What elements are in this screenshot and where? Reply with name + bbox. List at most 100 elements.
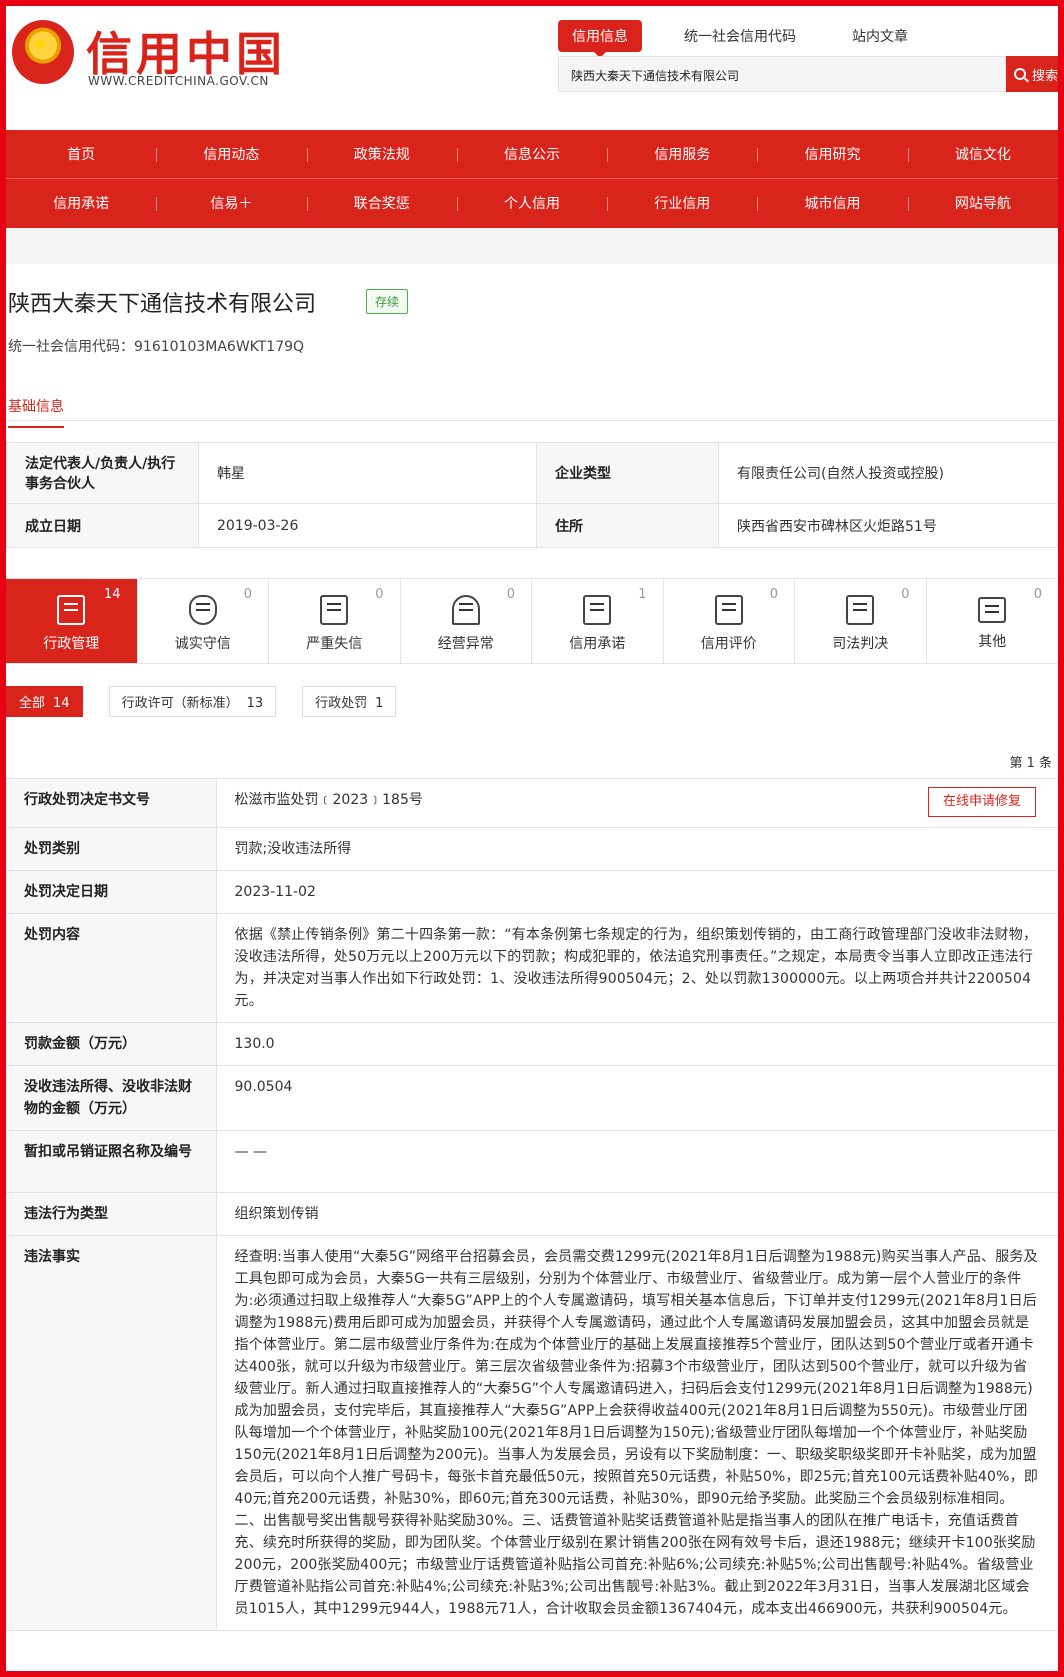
detail-row: 处罚类别 罚款;没收违法所得 [6,827,1058,871]
gavel-document-icon [846,595,875,625]
record-counter: 第 1 条 [1009,756,1052,771]
filter-all[interactable]: 全部 14 [6,686,83,717]
founded-label: 成立日期 [6,503,199,548]
page-frame: 信用中国 WWW.CREDITCHINA.GOV.CN 信用信息 统一社会信用代… [0,0,1064,1677]
nav-item-services[interactable]: 信用服务 [607,144,757,164]
violation-type-label: 违法行为类型 [6,1192,217,1236]
category-serious-dishonest[interactable]: 0 严重失信 [269,579,401,663]
confiscated-amount-label: 没收违法所得、没收非法财物的金额（万元） [6,1065,217,1131]
basic-info-row: 成立日期 2019-03-26 住所 陕西省西安市碑林区火炬路51号 [6,503,1058,548]
violation-facts-label: 违法事实 [6,1235,217,1631]
apply-repair-button[interactable]: 在线申请修复 [927,787,1036,817]
nav-item-personal-credit[interactable]: 个人信用 [456,193,607,213]
filter-count: 14 [53,696,70,711]
nav-row-2: 信用承诺 信易＋ 联合奖惩 个人信用 行业信用 城市信用 网站导航 [6,178,1058,226]
nav-item-joint-rewards[interactable]: 联合奖惩 [306,193,457,213]
main-nav: 首页 信用动态 政策法规 信息公示 信用服务 信用研究 诚信文化 信用承诺 信易… [6,130,1058,228]
category-abnormal-operation[interactable]: 0 经营异常 [401,579,532,663]
license-label: 暂扣或吊销证照名称及编号 [6,1130,217,1193]
filter-label: 行政处罚 [315,696,368,711]
search-input[interactable]: 陕西大秦天下通信技术有限公司 [558,56,1006,92]
category-value: 罚款;没收违法所得 [216,827,1058,871]
site-header: 信用中国 WWW.CREDITCHINA.GOV.CN 信用信息 统一社会信用代… [6,6,1058,136]
category-tabs: 14 行政管理 0 诚实守信 0 严重失信 0 经营异常 1 信用承诺 0 信用… [6,578,1058,664]
legal-rep-value: 韩星 [198,442,537,504]
document-icon [57,595,86,625]
national-emblem-icon [12,20,74,84]
search-tabs: 信用信息 统一社会信用代码 站内文章 [558,20,950,58]
fine-amount-value: 130.0 [216,1022,1058,1066]
nav-item-industry-credit[interactable]: 行业信用 [607,193,757,213]
category-evaluation[interactable]: 0 信用评价 [664,579,795,663]
category-count: 14 [103,587,121,602]
nav-item-culture[interactable]: 诚信文化 [907,144,1058,164]
certificate-icon [583,595,612,625]
penalty-content-value: 依据《禁止传销条例》第二十四条第一款：“有本条例第七条规定的行为，组织策划传销的… [216,913,1058,1023]
category-honest[interactable]: 0 诚实守信 [138,579,269,663]
status-badge: 存续 [366,289,409,314]
search-tab-credit-info[interactable]: 信用信息 [558,20,642,58]
filter-admin-license[interactable]: 行政许可（新标准） 13 [108,686,277,717]
edit-document-icon [714,595,743,625]
nav-item-policy[interactable]: 政策法规 [306,144,457,164]
nav-item-city-credit[interactable]: 城市信用 [757,193,907,213]
filter-label: 全部 [19,696,46,711]
search-button-label: 搜索 [1032,68,1059,84]
address-label: 住所 [536,503,719,548]
category-count: 0 [243,587,252,602]
company-type-value: 有限责任公司(自然人投资或控股) [718,442,1058,504]
violation-facts-value: 经查明:当事人使用“大秦5G”网络平台招募会员，会员需交费1299元(2021年… [216,1235,1058,1631]
address-value: 陕西省西安市碑林区火炬路51号 [718,503,1058,548]
category-count: 0 [901,587,910,602]
category-label: 司法判决 [832,636,889,652]
doc-no-value: 松滋市监处罚﹝2023﹞185号 [234,792,423,808]
doc-no-label: 行政处罚决定书文号 [6,778,217,828]
search-tab-articles[interactable]: 站内文章 [838,20,922,52]
company-type-label: 企业类型 [536,442,719,504]
category-label: 信用承诺 [569,636,626,652]
category-commitment[interactable]: 1 信用承诺 [532,579,664,663]
credit-code: 统一社会信用代码：91610103MA6WKT179Q [8,339,305,355]
search-tab-credit-code[interactable]: 统一社会信用代码 [670,20,810,52]
basic-info-row: 法定代表人/负责人/执行事务合伙人 韩星 企业类型 有限责任公司(自然人投资或控… [6,442,1058,504]
nav-item-research[interactable]: 信用研究 [757,144,907,164]
category-count: 0 [769,587,778,602]
category-count: 0 [506,587,515,602]
nav-item-site-nav[interactable]: 网站导航 [907,193,1058,213]
penalty-detail-table: 行政处罚决定书文号 松滋市监处罚﹝2023﹞185号 在线申请修复 处罚类别 罚… [6,778,1058,1631]
nav-row-1: 首页 信用动态 政策法规 信息公示 信用服务 信用研究 诚信文化 [6,130,1058,178]
category-other[interactable]: 0 其他 [927,579,1058,663]
detail-row: 违法行为类型 组织策划传销 [6,1192,1058,1236]
search-button[interactable]: 搜索 [1006,56,1059,92]
filter-count: 13 [246,696,264,711]
nav-item-xinyi[interactable]: 信易＋ [156,193,306,213]
filter-admin-penalty[interactable]: 行政处罚 1 [302,686,397,717]
nav-item-news[interactable]: 信用动态 [156,144,306,164]
category-label: 严重失信 [306,636,363,652]
tab-basic-info[interactable]: 基础信息 [8,396,64,428]
site-logo-subtitle: WWW.CREDITCHINA.GOV.CN [88,74,269,88]
category-label: 诚实守信 [174,636,231,652]
founded-value: 2019-03-26 [198,503,537,548]
dishonest-card-icon [320,595,349,625]
category-judicial[interactable]: 0 司法判决 [795,579,927,663]
category-admin-management[interactable]: 14 行政管理 [6,579,138,663]
nav-item-home[interactable]: 首页 [6,144,156,164]
penalty-date-value: 2023-11-02 [216,870,1058,914]
penalty-content-label: 处罚内容 [6,913,217,1023]
alarm-icon [451,595,480,625]
filter-count: 1 [375,696,384,711]
category-count: 1 [638,587,647,602]
detail-row: 暂扣或吊销证照名称及编号 — — [6,1130,1058,1193]
nav-item-commitment[interactable]: 信用承诺 [6,193,156,213]
category-label: 信用评价 [700,636,757,652]
legal-rep-label: 法定代表人/负责人/执行事务合伙人 [6,442,199,504]
detail-row: 处罚内容 依据《禁止传销条例》第二十四条第一款：“有本条例第七条规定的行为，组织… [6,913,1058,1023]
category-label: 经营异常 [437,636,494,652]
nav-item-disclosure[interactable]: 信息公示 [456,144,607,164]
breadcrumb-bar [6,228,1058,264]
category-label: 其他 [978,634,1007,650]
other-document-icon [978,597,1007,623]
filter-label: 行政许可（新标准） [121,696,239,711]
category-count: 0 [1033,587,1042,602]
